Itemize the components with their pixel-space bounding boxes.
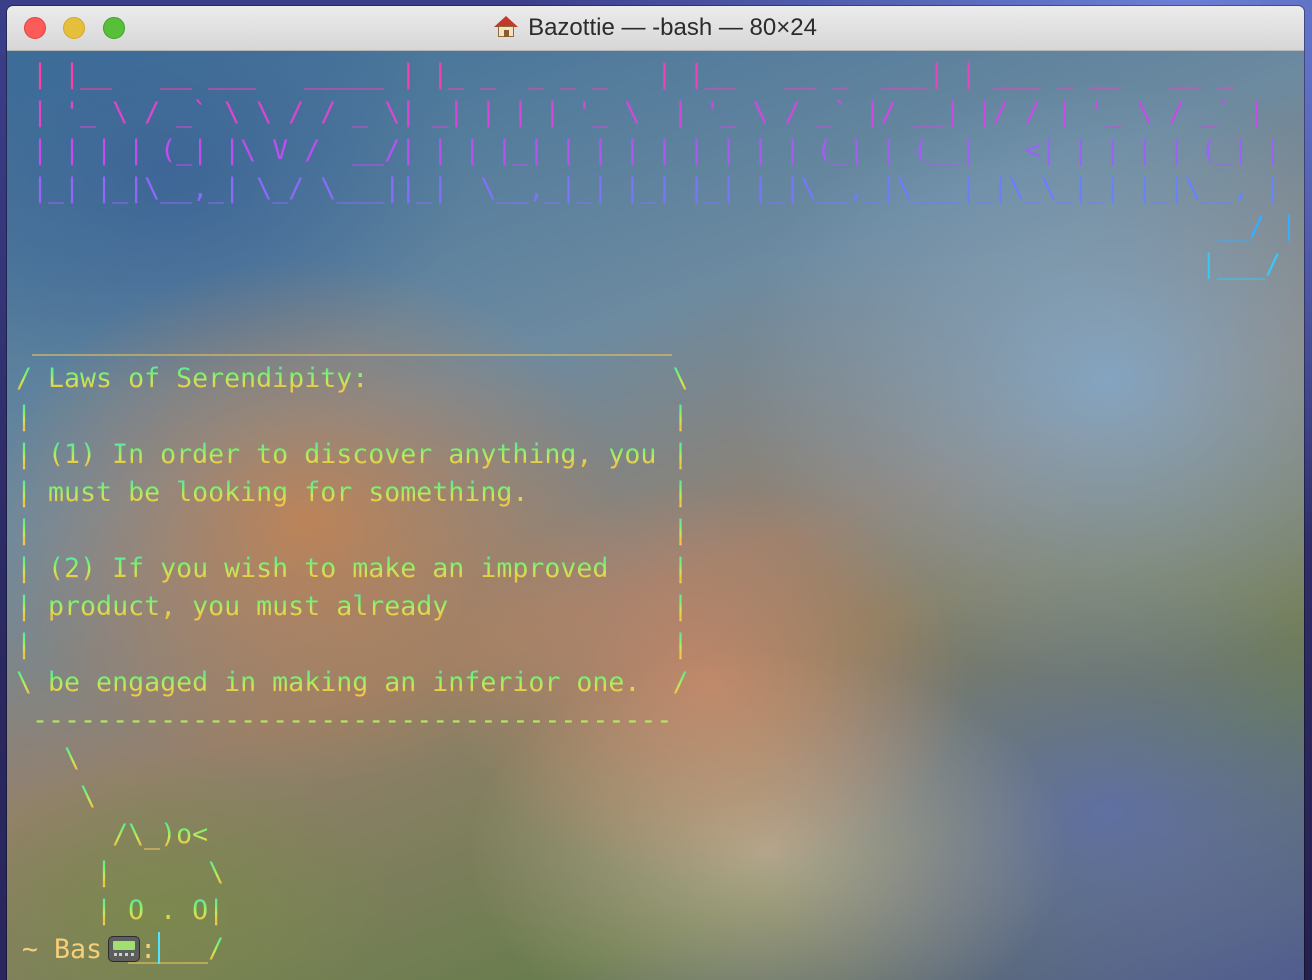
window-title-container: Bazottie — -bash — 80×24 — [7, 6, 1304, 50]
cow-line: | \ — [16, 857, 225, 888]
fortune-cowsay: ________________________________________… — [16, 325, 688, 964]
banner-line: | | | | (_| |\ V / __/| | | |_| | | | | … — [16, 135, 1281, 166]
fortune-line: | (2) If you wish to make an improved | — [16, 553, 689, 584]
fortune-line: | | — [16, 629, 689, 660]
cow-line: /\_)o< — [16, 819, 209, 850]
fortune-line: | | — [16, 515, 689, 546]
shell-prompt[interactable]: ~ Bas: — [22, 931, 161, 969]
cow-line: \ — [16, 781, 97, 812]
fortune-line: | | — [16, 401, 689, 432]
cow-line: | O . O| — [16, 895, 225, 926]
banner-line: |___/ — [16, 249, 1281, 280]
fortune-line: | must be looking for something. | — [16, 477, 689, 508]
house-icon — [494, 16, 519, 38]
banner-line: | |__ __ ___ _____ | |_ _ _ _ _ | |__ __… — [16, 59, 1233, 90]
pager-icon — [108, 936, 141, 962]
terminal-content[interactable]: | |__ __ ___ _____ | |_ _ _ _ _ | |__ __… — [7, 51, 1304, 980]
fortune-line: ---------------------------------------- — [16, 705, 673, 736]
fortune-line: | (1) In order to discover anything, you… — [16, 439, 689, 470]
fortune-line: / Laws of Serendipity: \ — [16, 363, 689, 394]
terminal-window[interactable]: Bazottie — -bash — 80×24 | |__ __ ___ __… — [7, 6, 1304, 980]
banner-line: __/ | — [16, 211, 1297, 242]
terminal-output: | |__ __ ___ _____ | |_ _ _ _ _ | |__ __… — [16, 56, 1297, 968]
title-bar[interactable]: Bazottie — -bash — 80×24 — [7, 6, 1304, 51]
banner-line: | '_ \ / _` \ \ / / _ \| _| | | | '_ \ |… — [16, 97, 1265, 128]
text-cursor — [158, 932, 161, 964]
fortune-line: \ be engaged in making an inferior one. … — [16, 667, 689, 698]
ascii-banner: | |__ __ ___ _____ | |_ _ _ _ _ | |__ __… — [16, 59, 1297, 280]
banner-line: |_| |_|\__,_| \_/ \___||_| \__,_|_| |_| … — [16, 173, 1281, 204]
cow-line: \ — [16, 743, 81, 774]
prompt-suffix: : — [140, 934, 157, 965]
fortune-line: | product, you must already | — [16, 591, 689, 622]
fortune-line: ________________________________________ — [16, 325, 673, 356]
prompt-text: ~ Bas — [22, 934, 103, 965]
window-title: Bazottie — -bash — 80×24 — [528, 14, 817, 41]
